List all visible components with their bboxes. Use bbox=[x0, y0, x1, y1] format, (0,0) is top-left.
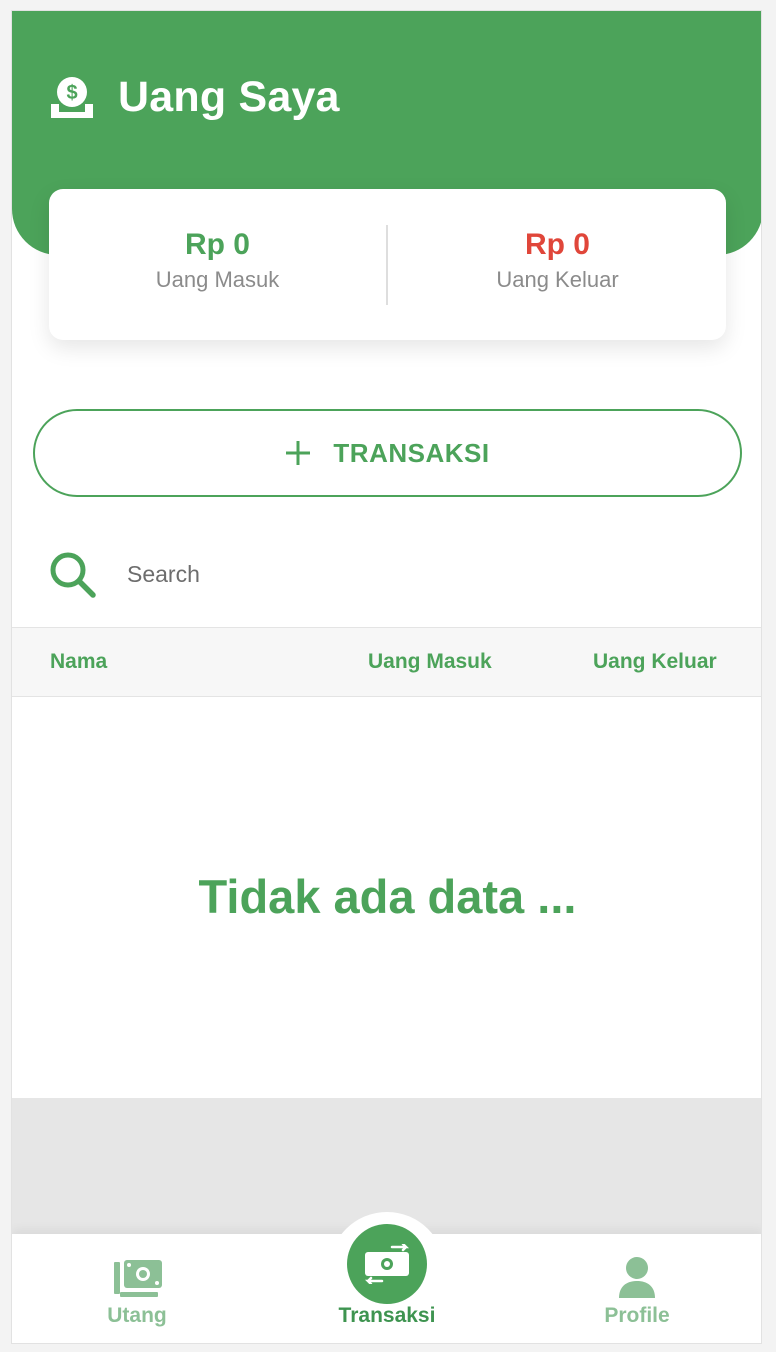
expense-value: Rp 0 bbox=[524, 228, 590, 261]
expense-label: Uang Keluar bbox=[496, 267, 619, 292]
add-transaction-label: TRANSAKSI bbox=[333, 437, 490, 468]
summary-divider bbox=[386, 225, 388, 305]
search-icon[interactable] bbox=[47, 549, 97, 599]
column-header-nama[interactable]: Nama bbox=[50, 628, 107, 696]
page-title: Uang Saya bbox=[118, 73, 340, 121]
title-row: $ Uang Saya bbox=[48, 73, 340, 122]
income-label: Uang Masuk bbox=[155, 267, 280, 292]
nav-item-utang[interactable]: Utang bbox=[37, 1234, 237, 1343]
expense-summary: Rp 0 Uang Keluar bbox=[389, 227, 726, 293]
nav-label-transaksi: Transaksi bbox=[338, 1304, 436, 1327]
app-screen: $ Uang Saya Rp 0 Uang Masuk Rp 0 Uang Ke… bbox=[11, 10, 762, 1344]
nav-label-utang: Utang bbox=[107, 1304, 167, 1327]
search-bar bbox=[47, 549, 727, 599]
nav-label-profile: Profile bbox=[604, 1304, 670, 1327]
column-header-uang-masuk[interactable]: Uang Masuk bbox=[368, 628, 492, 696]
money-exchange-icon bbox=[362, 1244, 412, 1284]
add-transaction-button[interactable]: TRANSAKSI bbox=[33, 409, 742, 497]
income-summary: Rp 0 Uang Masuk bbox=[49, 227, 386, 293]
income-value: Rp 0 bbox=[184, 228, 250, 261]
transaksi-fab[interactable] bbox=[347, 1224, 427, 1304]
money-deposit-icon: $ bbox=[48, 74, 96, 122]
plus-icon bbox=[285, 440, 333, 466]
search-input[interactable] bbox=[125, 559, 689, 589]
column-header-uang-keluar[interactable]: Uang Keluar bbox=[593, 628, 717, 696]
table-header: Nama Uang Masuk Uang Keluar bbox=[12, 627, 761, 697]
nav-item-profile[interactable]: Profile bbox=[537, 1234, 737, 1343]
empty-state-message: Tidak ada data ... bbox=[198, 870, 577, 923]
summary-card: Rp 0 Uang Masuk Rp 0 Uang Keluar bbox=[49, 189, 726, 340]
svg-text:$: $ bbox=[66, 82, 77, 104]
